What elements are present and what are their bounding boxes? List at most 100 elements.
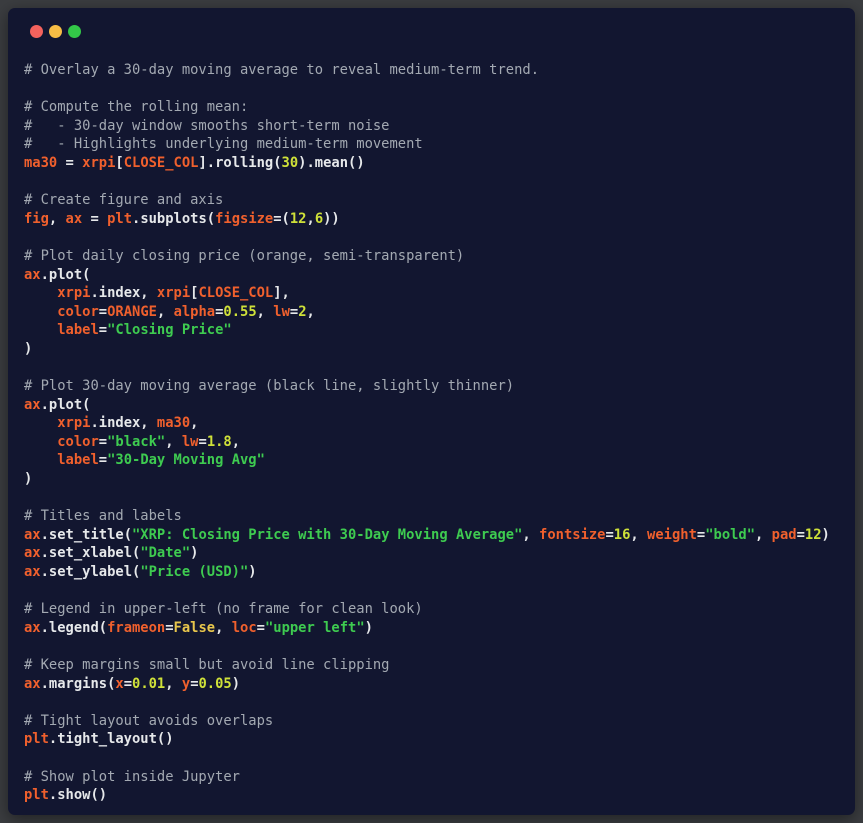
code-token: ).mean() bbox=[298, 155, 364, 171]
code-token: label bbox=[57, 322, 99, 338]
code-token: = bbox=[257, 620, 265, 636]
code-token: frameon bbox=[107, 620, 165, 636]
code-line: ax.plot( bbox=[24, 396, 847, 415]
code-line: ) bbox=[24, 340, 847, 359]
code-line: color="black", lw=1.8, bbox=[24, 433, 847, 452]
code-line: # Tight layout avoids overlaps bbox=[24, 712, 847, 731]
code-token: ].rolling( bbox=[198, 155, 281, 171]
code-token: , bbox=[257, 304, 274, 320]
code-line: xrpi.index, xrpi[CLOSE_COL], bbox=[24, 284, 847, 303]
code-token: = bbox=[290, 304, 298, 320]
code-token: ax bbox=[66, 211, 83, 227]
code-token: .plot( bbox=[41, 397, 91, 413]
code-token: ax bbox=[24, 397, 41, 413]
code-line: plt.show() bbox=[24, 786, 847, 805]
code-line bbox=[24, 693, 847, 712]
minimize-button[interactable] bbox=[49, 25, 62, 38]
code-token: , bbox=[157, 304, 174, 320]
code-token: ax bbox=[24, 267, 41, 283]
code-token: x bbox=[115, 676, 123, 692]
code-token: ) bbox=[190, 545, 198, 561]
code-token: # Overlay a 30-day moving average to rev… bbox=[24, 62, 539, 78]
code-line: # Keep margins small but avoid line clip… bbox=[24, 656, 847, 675]
code-token: # - Highlights underlying medium-term mo… bbox=[24, 136, 423, 152]
code-token: ma30 bbox=[157, 415, 190, 431]
window-titlebar bbox=[8, 8, 855, 54]
code-token: [ bbox=[115, 155, 123, 171]
code-token: = bbox=[190, 676, 198, 692]
code-line: ) bbox=[24, 470, 847, 489]
code-token: "30-Day Moving Avg" bbox=[107, 452, 265, 468]
code-line: xrpi.index, ma30, bbox=[24, 414, 847, 433]
code-line: # Show plot inside Jupyter bbox=[24, 768, 847, 787]
code-token: , bbox=[232, 434, 240, 450]
code-token bbox=[24, 434, 57, 450]
code-line: plt.tight_layout() bbox=[24, 730, 847, 749]
maximize-button[interactable] bbox=[68, 25, 81, 38]
code-window: # Overlay a 30-day moving average to rev… bbox=[8, 8, 855, 815]
code-token: = bbox=[99, 434, 107, 450]
code-token: ax bbox=[24, 676, 41, 692]
close-button[interactable] bbox=[30, 25, 43, 38]
code-line bbox=[24, 749, 847, 768]
code-token: 2 bbox=[298, 304, 306, 320]
code-token: xrpi bbox=[157, 285, 190, 301]
code-line: # - 30-day window smooths short-term noi… bbox=[24, 117, 847, 136]
code-token: # Show plot inside Jupyter bbox=[24, 769, 240, 785]
code-token: ax bbox=[24, 545, 41, 561]
code-line: # Titles and labels bbox=[24, 507, 847, 526]
code-token: xrpi bbox=[82, 155, 115, 171]
code-token: fontsize bbox=[539, 527, 605, 543]
code-token: , bbox=[49, 211, 66, 227]
code-token: "Price (USD)" bbox=[140, 564, 248, 580]
code-token: xrpi bbox=[57, 285, 90, 301]
code-token: , bbox=[307, 211, 315, 227]
code-token bbox=[24, 415, 57, 431]
code-line: color=ORANGE, alpha=0.55, lw=2, bbox=[24, 303, 847, 322]
code-token: .set_ylabel( bbox=[41, 564, 141, 580]
code-token: .set_xlabel( bbox=[41, 545, 141, 561]
code-token: .tight_layout() bbox=[49, 731, 174, 747]
code-token: label bbox=[57, 452, 99, 468]
code-token: "XRP: Closing Price with 30-Day Moving A… bbox=[132, 527, 522, 543]
code-token: , bbox=[165, 434, 182, 450]
code-token: xrpi bbox=[57, 415, 90, 431]
code-token: plt bbox=[107, 211, 132, 227]
code-token: ) bbox=[365, 620, 373, 636]
code-token bbox=[24, 322, 57, 338]
code-token: "Date" bbox=[140, 545, 190, 561]
code-token: pad bbox=[772, 527, 797, 543]
code-token: color bbox=[57, 434, 99, 450]
code-token: # Create figure and axis bbox=[24, 192, 223, 208]
code-token: =( bbox=[273, 211, 290, 227]
code-line: # Legend in upper-left (no frame for cle… bbox=[24, 600, 847, 619]
code-line: ax.set_title("XRP: Closing Price with 30… bbox=[24, 526, 847, 545]
code-line bbox=[24, 80, 847, 99]
code-area: # Overlay a 30-day moving average to rev… bbox=[8, 54, 855, 819]
code-line: fig, ax = plt.subplots(figsize=(12,6)) bbox=[24, 210, 847, 229]
code-token: , bbox=[215, 620, 232, 636]
code-token: "bold" bbox=[705, 527, 755, 543]
code-token: loc bbox=[232, 620, 257, 636]
code-token: .index, bbox=[90, 415, 156, 431]
code-token: # Legend in upper-left (no frame for cle… bbox=[24, 601, 423, 617]
code-token: lw bbox=[182, 434, 199, 450]
code-token: ma30 bbox=[24, 155, 57, 171]
code-token: .legend( bbox=[41, 620, 107, 636]
code-token: = bbox=[797, 527, 805, 543]
code-token: ) bbox=[248, 564, 256, 580]
code-token: ORANGE bbox=[107, 304, 157, 320]
code-token: False bbox=[174, 620, 216, 636]
code-token: "black" bbox=[107, 434, 165, 450]
code-token: color bbox=[57, 304, 99, 320]
code-token: )) bbox=[323, 211, 340, 227]
code-token: 0.05 bbox=[199, 676, 232, 692]
code-line: # Plot 30-day moving average (black line… bbox=[24, 377, 847, 396]
code-token: # - 30-day window smooths short-term noi… bbox=[24, 118, 389, 134]
code-token: = bbox=[165, 620, 173, 636]
code-line: ax.plot( bbox=[24, 266, 847, 285]
code-token: "upper left" bbox=[265, 620, 365, 636]
code-token: = bbox=[605, 527, 613, 543]
code-line bbox=[24, 582, 847, 601]
code-token: = bbox=[99, 322, 107, 338]
